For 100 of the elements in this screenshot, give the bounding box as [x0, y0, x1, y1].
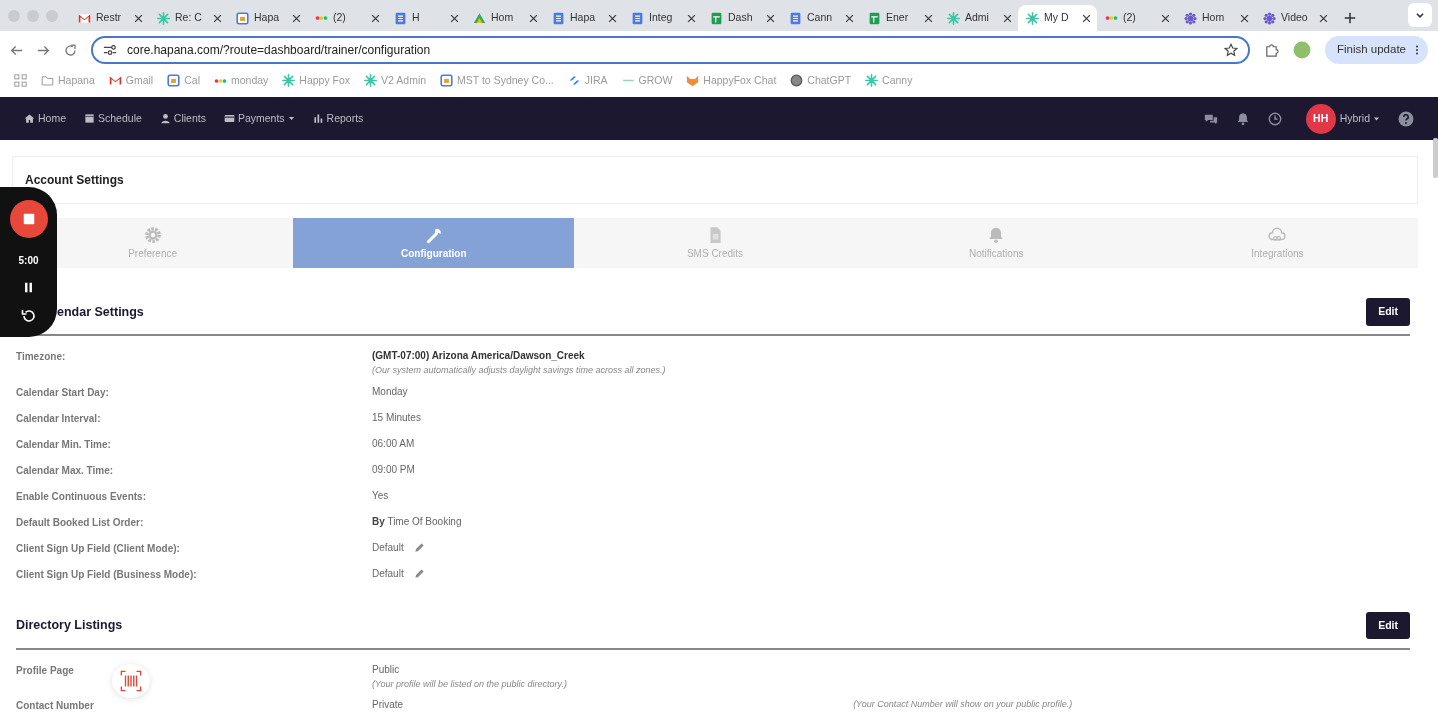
puzzle-icon[interactable]: [1263, 42, 1279, 58]
field-value: (GMT-07:00) Arizona America/Dawson_Creek: [372, 349, 585, 363]
chart-icon: [312, 113, 324, 124]
edit-button[interactable]: Edit: [1366, 298, 1410, 326]
browser-tab[interactable]: Dash: [702, 5, 781, 31]
close-icon: [766, 13, 775, 23]
browser-tab[interactable]: Integ: [623, 5, 702, 31]
page-title: Account Settings: [12, 156, 1418, 204]
section-title: Directory Listings: [16, 617, 123, 635]
stop-button[interactable]: [9, 200, 48, 239]
nav-link[interactable]: Clients: [159, 110, 206, 127]
scrollbar[interactable]: [1433, 138, 1438, 178]
field-label: Enable Continuous Events:: [16, 490, 146, 502]
close-icon: [1161, 13, 1170, 23]
folder-icon: [41, 74, 54, 87]
browser-tab[interactable]: Hapa: [544, 5, 623, 31]
field-value: 09:00 PM: [372, 462, 415, 477]
back-icon[interactable]: [10, 43, 23, 57]
triangle-icon: [473, 13, 486, 23]
browser-tab[interactable]: (2): [307, 5, 386, 31]
calendar-icon: [440, 74, 454, 87]
barcode-icon: [120, 670, 142, 692]
flower-icon: [1263, 11, 1276, 25]
nav-link[interactable]: Schedule: [84, 110, 142, 127]
close-icon: [529, 13, 538, 23]
mail-icon: [108, 74, 122, 87]
asterisk-icon: [947, 11, 960, 25]
card-icon: [223, 113, 235, 124]
field-value: 06:00 AM: [372, 436, 415, 451]
nav-link[interactable]: Reports: [312, 110, 364, 127]
nav-link[interactable]: Home: [24, 110, 66, 127]
browser-tab[interactable]: My D: [1018, 5, 1097, 31]
pencil-icon[interactable]: [413, 541, 425, 553]
field-label: Calendar Start Day:: [16, 386, 109, 398]
field-label: Default Booked List Order:: [16, 516, 144, 528]
asterisk-icon: [282, 74, 296, 87]
account-menu[interactable]: Hybrid: [1339, 110, 1380, 127]
browser-tab[interactable]: Hapa: [228, 5, 307, 31]
close-icon: [371, 13, 380, 23]
mail-icon: [78, 11, 91, 25]
reload-icon[interactable]: [64, 43, 77, 57]
close-icon: [292, 13, 301, 23]
scan-button[interactable]: [112, 664, 150, 698]
browser-tab[interactable]: H: [386, 5, 465, 31]
browser-tab[interactable]: Video: [1255, 5, 1334, 31]
close-icon: [1240, 13, 1249, 23]
close-icon: [1319, 13, 1328, 23]
forward-icon[interactable]: [37, 43, 50, 57]
dots-icon: [315, 16, 328, 20]
section-title: endar Settings: [57, 303, 144, 321]
browser-tab[interactable]: Admi: [939, 5, 1018, 31]
browser-tab[interactable]: Hom: [465, 5, 544, 31]
field-value: Yes: [372, 488, 389, 503]
clock-icon[interactable]: [1267, 111, 1282, 126]
apps-icon: [14, 74, 27, 87]
pencil-icon[interactable]: [413, 567, 425, 579]
restart-icon[interactable]: [20, 307, 37, 324]
close-icon: [845, 13, 854, 23]
document-icon: [394, 11, 407, 25]
edit-button[interactable]: Edit: [1366, 611, 1410, 640]
close-icon: [1003, 13, 1012, 23]
asterisk-icon: [865, 74, 879, 87]
field-note: (Your profile will be listed on the public directory.): [372, 677, 568, 691]
tab-search-button[interactable]: [1408, 3, 1432, 27]
calendar-icon: [167, 74, 181, 87]
gear-icon: [143, 225, 162, 244]
stop-icon: [22, 213, 35, 226]
caret-icon: [1373, 116, 1380, 121]
close-icon: [213, 13, 222, 23]
pause-icon[interactable]: [23, 282, 34, 294]
help-icon[interactable]: [1398, 110, 1414, 127]
avatar[interactable]: HH: [1305, 103, 1336, 134]
browser-tab[interactable]: (2): [1097, 5, 1176, 31]
field-label: Profile Page: [16, 664, 74, 676]
field-label: Client Sign Up Field (Client Mode):: [16, 542, 180, 554]
field-value: By Time Of Booking: [372, 514, 462, 529]
update-button[interactable]: Finish update: [1324, 36, 1428, 64]
browser-tab[interactable]: Ener: [860, 5, 939, 31]
field-value: Default: [372, 540, 404, 555]
close-icon: [608, 13, 617, 23]
field-value: Default: [372, 566, 404, 581]
field-note: (Your Contact Number will show on your public profile.): [853, 697, 1073, 711]
browser-tab[interactable]: Hom: [1176, 5, 1255, 31]
user-icon: [159, 113, 171, 124]
browser-tab[interactable]: Restr: [70, 5, 149, 31]
field-label: Calendar Min. Time:: [16, 438, 111, 450]
dots-icon: [1105, 16, 1118, 20]
field-value: Public: [372, 662, 400, 677]
nav-link[interactable]: Payments: [223, 110, 295, 127]
address-bar[interactable]: core.hapana.com/?route=dashboard/trainer/configuration: [91, 36, 1250, 64]
sheet-icon: [868, 11, 881, 25]
browser-tab[interactable]: Cann: [781, 5, 860, 31]
close-icon: [1082, 13, 1091, 23]
site-settings-icon: [103, 43, 117, 57]
calendar-icon: [236, 11, 249, 25]
flower-icon: [1184, 11, 1197, 25]
bell-icon[interactable]: [1235, 111, 1250, 126]
new-tab-icon[interactable]: [1344, 12, 1356, 24]
browser-tab[interactable]: Re: C: [149, 5, 228, 31]
asterisk-icon: [1026, 11, 1039, 25]
